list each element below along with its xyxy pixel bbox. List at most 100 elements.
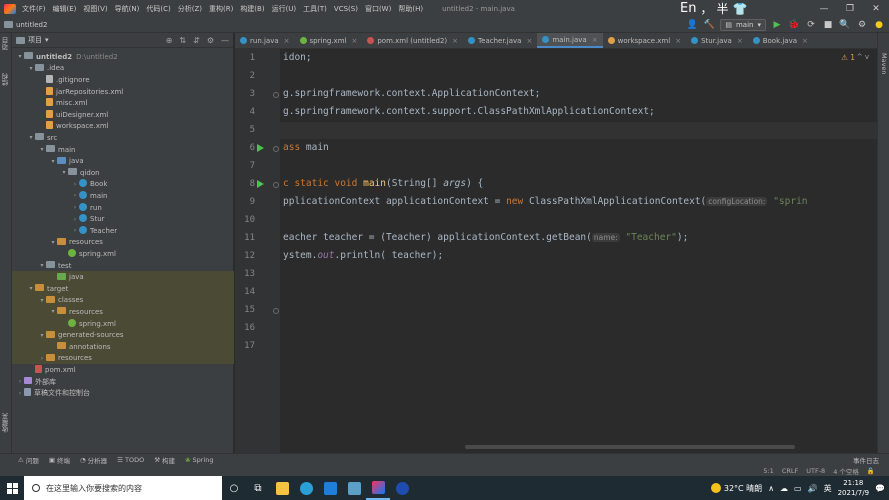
tree-expand-icon[interactable]: › — [71, 227, 79, 234]
fold-marker-icon[interactable] — [273, 92, 279, 98]
tree-node[interactable]: ▾ test — [12, 260, 234, 272]
tree-node[interactable]: ▾ generated-sources — [12, 329, 234, 341]
menu-build[interactable]: 构建(B) — [240, 4, 264, 14]
run-gutter-icon[interactable] — [257, 144, 264, 152]
close-tab-icon[interactable]: × — [592, 36, 598, 44]
tree-expand-icon[interactable]: ▾ — [27, 134, 35, 141]
lock-icon[interactable]: 🔒 — [867, 467, 875, 475]
tree-node[interactable]: workspace.xml — [12, 121, 234, 133]
tree-node[interactable]: › 草稿文件和控制台 — [12, 387, 234, 399]
tree-node[interactable]: ▾ main — [12, 144, 234, 156]
project-tool-button[interactable]: 项目 — [1, 37, 11, 50]
minimize-button[interactable]: — — [811, 4, 837, 14]
tree-expand-icon[interactable]: ▾ — [27, 65, 35, 72]
tree-expand-icon[interactable]: › — [71, 181, 79, 188]
tree-node[interactable]: uiDesigner.xml — [12, 109, 234, 121]
tree-node[interactable]: annotations — [12, 341, 234, 353]
structure-tool-button[interactable]: 结构 — [1, 73, 11, 86]
volume-icon[interactable]: 🔊 — [808, 484, 818, 493]
store-icon[interactable] — [342, 476, 366, 500]
tree-expand-icon[interactable]: ▾ — [38, 262, 46, 269]
debug-icon[interactable]: 🐞 — [788, 20, 800, 30]
tree-node[interactable]: ▾ src — [12, 132, 234, 144]
tree-node[interactable]: › Book — [12, 179, 234, 191]
tree-expand-icon[interactable]: ▾ — [38, 297, 46, 304]
tray-expand-icon[interactable]: ∧ — [768, 484, 774, 493]
event-log-button[interactable]: 事件日志 — [853, 455, 889, 465]
network-icon[interactable]: ▭ — [794, 484, 802, 493]
tree-expand-icon[interactable]: ▾ — [49, 308, 57, 315]
run-icon[interactable]: ▶ — [771, 20, 783, 30]
run-gutter-icon[interactable] — [257, 180, 264, 188]
tree-node[interactable]: ▾ target — [12, 283, 234, 295]
cortana-icon[interactable]: ○ — [222, 476, 246, 500]
tree-expand-icon[interactable]: ▾ — [38, 146, 46, 153]
menu-window[interactable]: 窗口(W) — [365, 4, 391, 14]
fold-marker-icon[interactable] — [273, 182, 279, 188]
editor-tab[interactable]: Teacher.java × — [463, 33, 537, 48]
profiler-tool-button[interactable]: ◔ 分析器 — [80, 455, 107, 465]
tree-expand-icon[interactable]: › — [38, 355, 46, 362]
tree-node[interactable]: ▾ .idea — [12, 63, 234, 75]
inspection-warning-badge[interactable]: ⚠ 1 — [841, 53, 855, 62]
fold-marker-icon[interactable] — [273, 146, 279, 152]
tree-expand-icon[interactable]: ▾ — [60, 169, 68, 176]
menu-analyze[interactable]: 分析(Z) — [178, 4, 202, 14]
build-tool-button[interactable]: ⚒ 构建 — [154, 455, 175, 465]
run-config-select[interactable]: ▤ main ▾ — [720, 19, 766, 31]
terminal-tool-button[interactable]: ▣ 终端 — [49, 455, 70, 465]
tree-expand-icon[interactable]: ▾ — [38, 332, 46, 339]
tree-expand-icon[interactable]: › — [71, 216, 79, 223]
tree-node[interactable]: ▾ classes — [12, 294, 234, 307]
tree-node[interactable]: ▾ untitled2 D:\untitled2 — [12, 51, 234, 63]
line-separator[interactable]: CRLF — [782, 467, 798, 475]
tree-expand-icon[interactable]: › — [16, 390, 24, 397]
menu-refactor[interactable]: 重构(R) — [209, 4, 233, 14]
taskbar-search-box[interactable]: 在这里输入你要搜索的内容 — [24, 476, 222, 500]
menu-run[interactable]: 运行(U) — [272, 4, 297, 14]
editor-tab[interactable]: pom.xml (untitled2) × — [362, 33, 463, 48]
search-icon[interactable]: 🔍 — [839, 20, 851, 30]
editor-tab[interactable]: Book.java × — [748, 33, 813, 48]
menu-code[interactable]: 代码(C) — [146, 4, 170, 14]
file-encoding[interactable]: UTF-8 — [806, 467, 825, 475]
tree-node[interactable]: › 外部库 — [12, 376, 234, 388]
editor-tab[interactable]: workspace.xml × — [603, 33, 686, 48]
code-editor[interactable]: 1 2 3 4 5 6 7 8 9 10 11 12 13 14 15 16 17 idon; g.spring… — [235, 49, 877, 453]
task-view-icon[interactable]: ⧉ — [246, 476, 270, 500]
tree-expand-icon[interactable]: › — [16, 378, 24, 385]
close-button[interactable]: ✕ — [863, 4, 889, 14]
close-tab-icon[interactable]: × — [737, 37, 743, 45]
tree-node[interactable]: › resources — [12, 352, 234, 365]
menu-file[interactable]: 文件(F) — [22, 4, 46, 14]
close-tab-icon[interactable]: × — [351, 37, 357, 45]
tree-expand-icon[interactable]: ▾ — [49, 158, 57, 165]
tree-expand-icon[interactable]: › — [71, 192, 79, 199]
spring-tool-button[interactable]: ❀ Spring — [185, 456, 213, 464]
menu-vcs[interactable]: VCS(S) — [334, 5, 358, 13]
coverage-icon[interactable]: ⟳ — [805, 20, 817, 30]
settings-icon[interactable]: ⚙ — [856, 20, 868, 30]
editor-tab[interactable]: run.java × — [235, 33, 295, 48]
file-explorer-icon[interactable] — [270, 476, 294, 500]
menu-view[interactable]: 视图(V) — [83, 4, 107, 14]
tree-node[interactable]: › main — [12, 190, 234, 202]
expand-all-icon[interactable]: ⇅ — [179, 36, 186, 45]
problems-tool-button[interactable]: ⚠ 问题 — [18, 455, 39, 465]
intellij-taskbar-icon[interactable] — [366, 476, 390, 500]
todo-tool-button[interactable]: ☰ TODO — [117, 456, 144, 464]
project-view-selector[interactable]: 项目 ▾ — [16, 35, 49, 45]
app-taskbar-icon[interactable] — [390, 476, 414, 500]
editor-tab[interactable]: main.java × — [537, 33, 603, 48]
notification-icon[interactable]: 💬 — [875, 484, 885, 493]
menu-edit[interactable]: 编辑(E) — [53, 4, 77, 14]
tree-node[interactable]: › Stur — [12, 213, 234, 225]
fold-marker-icon[interactable] — [273, 308, 279, 314]
editor-tab[interactable]: spring.xml × — [295, 33, 363, 48]
tree-node[interactable]: ▾ resources — [12, 237, 234, 249]
close-tab-icon[interactable]: × — [452, 37, 458, 45]
tree-node[interactable]: pom.xml — [12, 364, 234, 376]
locate-icon[interactable]: ⊕ — [166, 36, 173, 45]
stop-icon[interactable]: ■ — [822, 20, 834, 30]
mail-icon[interactable] — [318, 476, 342, 500]
